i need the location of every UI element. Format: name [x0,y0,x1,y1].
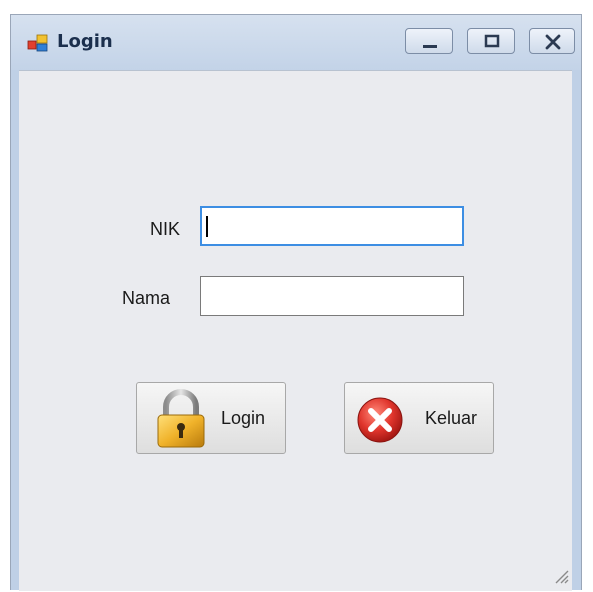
minimize-button[interactable] [405,28,453,54]
maximize-button[interactable] [467,28,515,54]
title-bar[interactable]: Login [11,15,581,70]
app-icon [27,33,49,53]
login-button[interactable]: Login [136,382,286,454]
close-circle-icon [355,395,405,449]
keluar-button-label: Keluar [425,408,478,428]
nama-input[interactable] [200,276,464,316]
padlock-icon [153,389,209,453]
keluar-button[interactable]: Keluar [344,382,494,454]
login-window: Login NIK Nama Login Keluar [10,14,582,591]
close-icon [545,34,561,50]
resize-grip-icon[interactable] [550,565,570,589]
login-button-label: Login [221,408,266,428]
close-button[interactable] [529,28,575,54]
minimize-icon [423,45,437,48]
text-caret [206,216,208,237]
nik-input[interactable] [200,206,464,246]
window-title: Login [57,31,113,52]
form-client-area: NIK Nama Login Keluar [19,70,572,591]
nik-label: NIK [150,219,181,239]
maximize-icon [484,34,500,48]
nama-label: Nama [122,288,171,308]
